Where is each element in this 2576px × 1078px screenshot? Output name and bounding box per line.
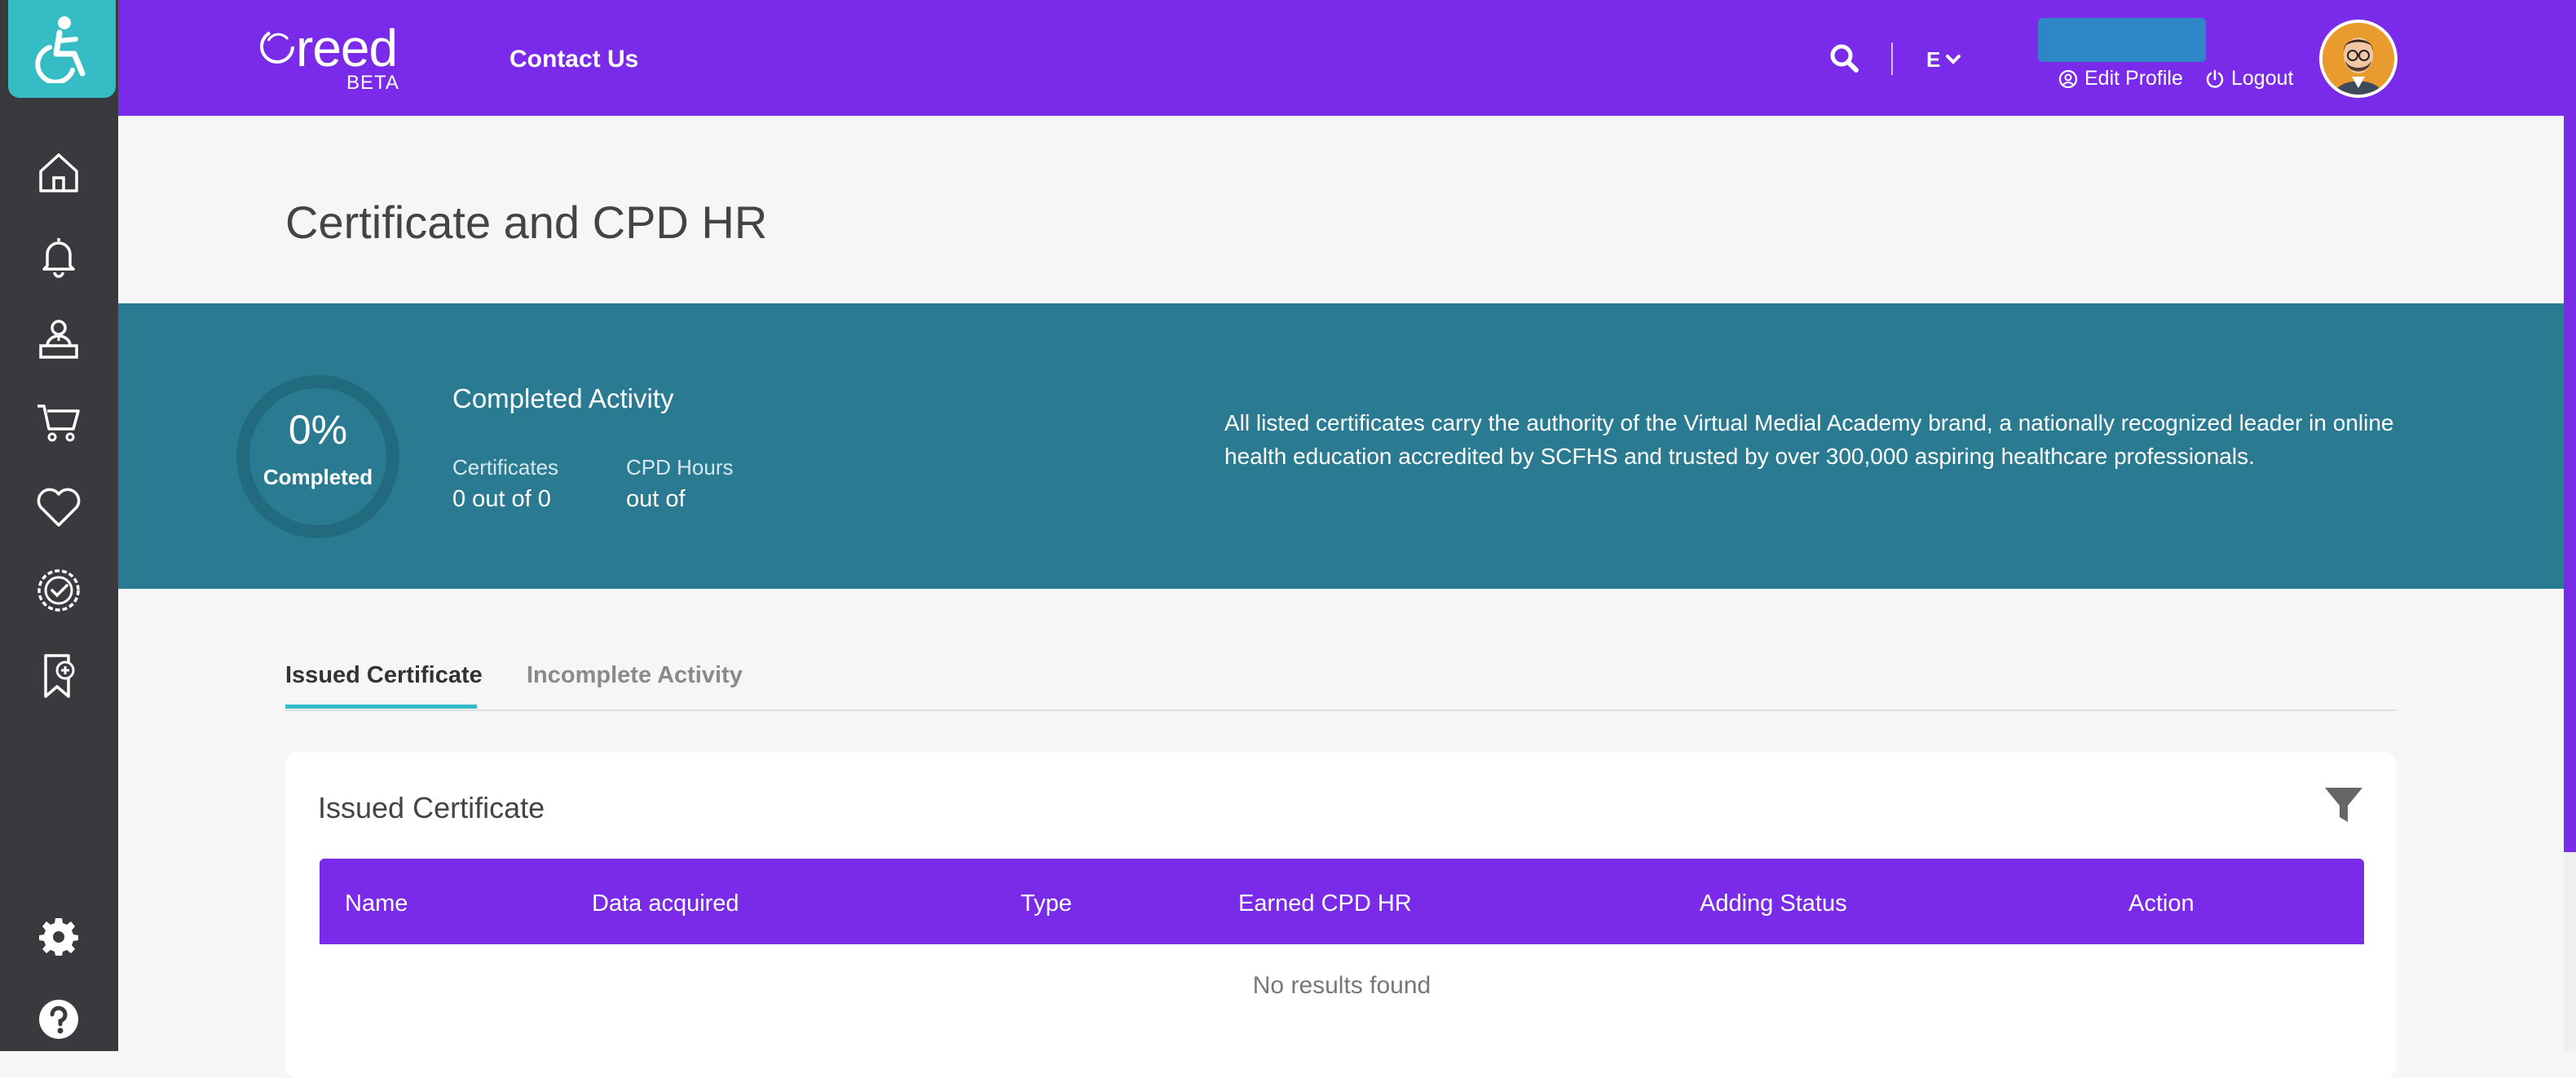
tabs-divider xyxy=(285,709,2397,711)
completion-ring xyxy=(236,375,399,538)
accessibility-icon xyxy=(35,16,86,83)
badge-check-icon[interactable] xyxy=(29,561,88,620)
edit-profile-link[interactable]: Edit Profile xyxy=(2058,67,2183,91)
top-navigation-bar: reed BETA Contact Us E Edit Profile Logo… xyxy=(118,0,2564,116)
cpd-hours-value: out of xyxy=(626,486,686,512)
instructor-icon[interactable] xyxy=(29,310,88,369)
avatar[interactable] xyxy=(2319,20,2397,98)
language-selector[interactable]: E xyxy=(1926,47,1940,73)
tab-issued-certificate[interactable]: Issued Certificate xyxy=(285,662,483,689)
active-tab-indicator xyxy=(285,705,477,709)
beta-badge: BETA xyxy=(346,72,399,94)
logo-text: reed xyxy=(296,19,398,77)
cart-icon[interactable] xyxy=(29,393,88,452)
chevron-down-icon[interactable] xyxy=(1944,51,1962,68)
certificates-value: 0 out of 0 xyxy=(452,486,551,512)
certificates-label: Certificates xyxy=(452,455,559,479)
column-header-adding-status[interactable]: Adding Status xyxy=(1700,890,1847,917)
column-header-data-acquired[interactable]: Data acquired xyxy=(592,890,739,917)
page-title: Certificate and CPD HR xyxy=(285,197,768,248)
power-icon xyxy=(2206,69,2224,88)
empty-state-message: No results found xyxy=(1252,972,1431,999)
help-icon[interactable] xyxy=(29,990,88,1049)
column-header-name[interactable]: Name xyxy=(345,890,408,917)
header-divider xyxy=(1891,42,1893,75)
bell-icon[interactable] xyxy=(29,227,88,285)
cpd-hours-label: CPD Hours xyxy=(626,455,734,479)
logo-swirl-icon xyxy=(260,29,294,64)
column-header-action[interactable]: Action xyxy=(2128,890,2194,917)
card-title: Issued Certificate xyxy=(318,791,545,824)
bookmark-add-icon[interactable] xyxy=(29,646,88,705)
oreed-logo[interactable]: reed BETA xyxy=(257,19,420,96)
user-name-redacted xyxy=(2038,18,2206,62)
tab-incomplete-activity[interactable]: Incomplete Activity xyxy=(527,662,743,689)
user-circle-icon xyxy=(2058,69,2078,88)
completed-activity-title: Completed Activity xyxy=(452,383,674,413)
column-header-earned-cpd-hr[interactable]: Earned CPD HR xyxy=(1238,890,1412,917)
gear-icon[interactable] xyxy=(29,907,88,965)
contact-us-link[interactable]: Contact Us xyxy=(509,46,638,73)
accessibility-button[interactable] xyxy=(8,0,116,98)
completion-label: Completed xyxy=(262,465,373,489)
scrollbar-thumb[interactable] xyxy=(2564,0,2576,852)
accreditation-note: All listed certificates carry the author… xyxy=(1224,410,2394,469)
heart-icon[interactable] xyxy=(29,478,88,537)
logout-label: Logout xyxy=(2231,67,2294,90)
logout-link[interactable]: Logout xyxy=(2205,67,2293,91)
sidebar xyxy=(0,0,118,1051)
completion-percent: 0% xyxy=(288,407,348,453)
column-header-type[interactable]: Type xyxy=(1021,890,1072,917)
edit-profile-label: Edit Profile xyxy=(2084,67,2183,90)
search-icon[interactable] xyxy=(1828,42,1861,75)
filter-icon[interactable] xyxy=(2322,783,2366,827)
home-icon[interactable] xyxy=(29,144,88,202)
